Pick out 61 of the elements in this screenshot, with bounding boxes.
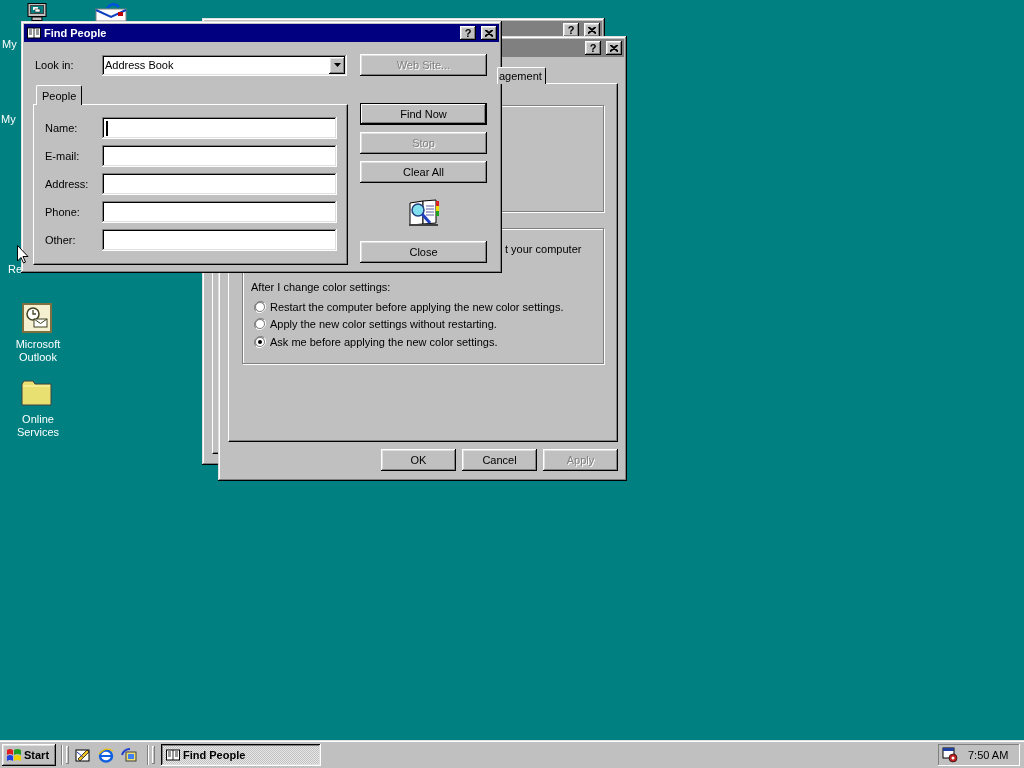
desktop-icon-label: Re (8, 263, 22, 276)
desktop-pencil-icon[interactable] (75, 747, 91, 763)
input-field[interactable] (102, 117, 337, 139)
windows-flag-icon (6, 748, 22, 762)
close-button[interactable] (481, 26, 497, 40)
clock-envelope-icon[interactable] (22, 303, 52, 333)
dialog-button[interactable]: OK (381, 449, 456, 471)
dropdown-value: Address Book (105, 59, 175, 71)
help-button[interactable]: ? (585, 41, 601, 55)
radio-button[interactable] (254, 300, 266, 313)
globe-icon[interactable] (98, 747, 114, 763)
computer-icon[interactable] (27, 3, 47, 21)
radio-label: Ask me before applying the new color settings. (270, 335, 498, 348)
radio-label: Restart the computer before applying the new color settings. (270, 300, 564, 313)
book-icon (166, 749, 180, 761)
close-icon (485, 29, 493, 37)
book-icon (27, 27, 41, 39)
clock[interactable]: 7:50 AM (968, 749, 1009, 761)
field-label: Address: (45, 177, 90, 192)
tab[interactable]: agement (497, 67, 546, 84)
dialog-button[interactable]: Clear All (360, 161, 487, 183)
close-icon (588, 26, 596, 34)
close-button[interactable] (584, 23, 600, 37)
desktop-icon-label: Microsoft Outlook (14, 338, 62, 363)
input-field[interactable] (102, 145, 337, 167)
dropdown-button[interactable] (329, 56, 345, 74)
book-magnifier-icon (407, 197, 440, 227)
help-button[interactable]: ? (460, 26, 476, 40)
taskbar-button[interactable]: Find People (161, 744, 321, 766)
scheduler-icon[interactable] (942, 747, 958, 763)
radio-label: Apply the new color settings without restarting. (270, 318, 497, 331)
tab[interactable]: People (36, 85, 83, 105)
field-label: E-mail: (45, 149, 81, 164)
envelope-icon[interactable] (95, 3, 127, 23)
input-field[interactable] (102, 173, 337, 195)
desktop-icon-label: My (2, 38, 18, 51)
folder-icon[interactable] (21, 378, 53, 406)
look-in-dropdown[interactable]: Address Book (102, 54, 347, 76)
help-button[interactable]: ? (563, 23, 579, 37)
mouse-pointer-icon (17, 245, 29, 264)
channels-icon[interactable] (121, 747, 137, 763)
close-button[interactable] (606, 41, 622, 55)
group-label: After I change color settings: (251, 281, 392, 293)
window-title: Find People (44, 27, 107, 39)
description-text: t your computer (505, 243, 583, 255)
input-field[interactable] (102, 201, 337, 223)
close-dialog-button[interactable]: Close (360, 241, 487, 263)
radio-button[interactable] (254, 335, 266, 348)
radio-button[interactable] (254, 318, 266, 331)
field-label: Name: (45, 121, 79, 136)
input-field[interactable] (102, 229, 337, 251)
desktop-icon-label: My (1, 113, 17, 126)
caret-icon (333, 63, 341, 67)
desktop-icon-label: Online Services (15, 413, 61, 438)
dialog-button[interactable]: Cancel (462, 449, 537, 471)
start-button[interactable]: Start (2, 744, 56, 766)
close-icon (610, 44, 618, 52)
field-label: Other: (45, 233, 77, 248)
dialog-button[interactable]: Find Now (360, 103, 487, 125)
field-label: Look in: (34, 59, 75, 71)
field-label: Phone: (45, 205, 81, 220)
